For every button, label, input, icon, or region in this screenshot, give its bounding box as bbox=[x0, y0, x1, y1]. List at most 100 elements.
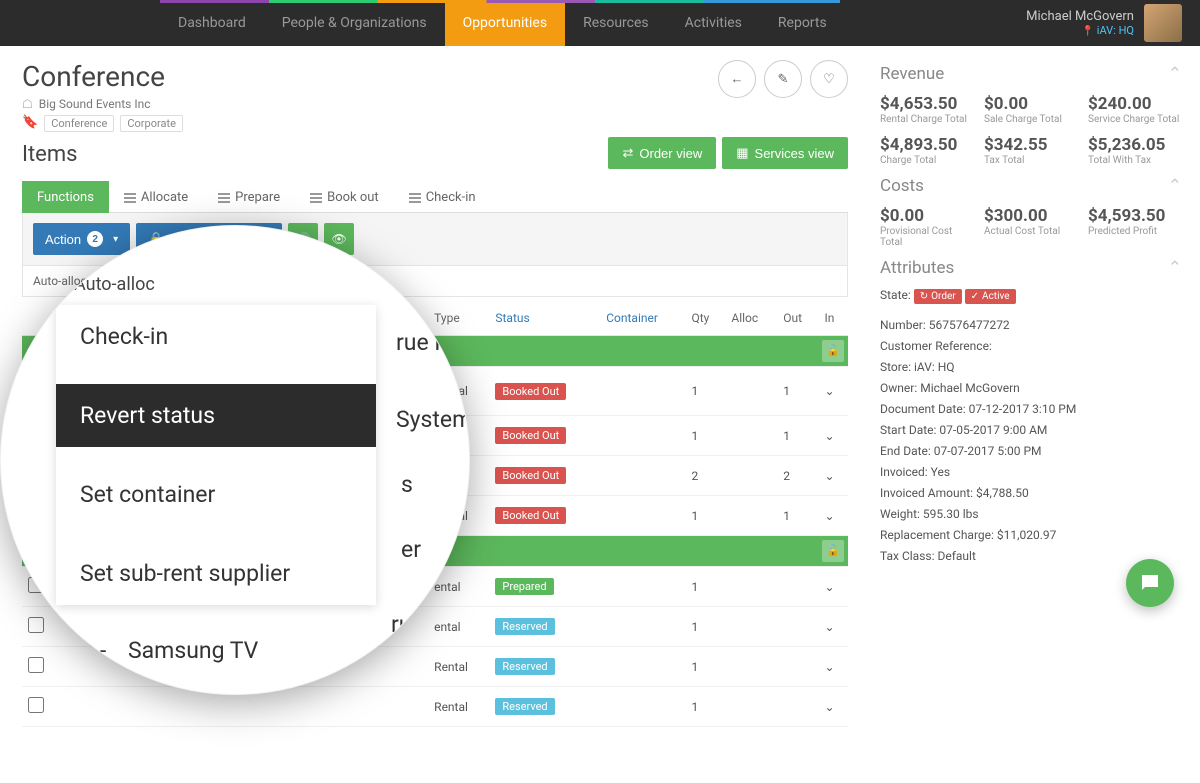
cell-qty: 2 bbox=[685, 456, 725, 496]
attribute-row: End Date: 07-07-2017 5:00 PM bbox=[880, 444, 1182, 458]
expand-row-icon[interactable]: ⌄ bbox=[818, 607, 848, 647]
col-out[interactable]: Out bbox=[777, 301, 818, 336]
favorite-button[interactable]: ♡ bbox=[810, 60, 848, 98]
cell-out: 2 bbox=[777, 456, 818, 496]
stat-block: $4,653.50Rental Charge Total bbox=[880, 94, 974, 125]
col-container[interactable]: Container bbox=[600, 301, 685, 336]
edit-button[interactable]: ✎ bbox=[764, 60, 802, 98]
attribute-row: Weight: 595.30 lbs bbox=[880, 507, 1182, 521]
stat-block: $300.00Actual Cost Total bbox=[984, 206, 1078, 248]
cell-type: Rental bbox=[428, 687, 489, 727]
cell-alloc bbox=[725, 496, 777, 536]
menu-check-in[interactable]: Check-in bbox=[56, 305, 376, 368]
user-location: iAV: HQ bbox=[1026, 24, 1134, 37]
nav-dashboard[interactable]: Dashboard bbox=[160, 0, 264, 46]
org-name[interactable]: Big Sound Events Inc bbox=[39, 97, 151, 111]
back-button[interactable]: ← bbox=[718, 60, 756, 98]
unlock-group-icon[interactable]: 🔓 bbox=[822, 540, 844, 562]
stat-block: $0.00Sale Charge Total bbox=[984, 94, 1078, 125]
expand-row-icon[interactable]: ⌄ bbox=[818, 496, 848, 536]
attribute-row: Tax Class: Default bbox=[880, 549, 1182, 563]
cell-out bbox=[777, 607, 818, 647]
attributes-title: Attributes bbox=[880, 258, 954, 278]
table-row[interactable]: RentalReserved1⌄ bbox=[22, 687, 848, 727]
attribute-row: Invoiced Amount: $4,788.50 bbox=[880, 486, 1182, 500]
cell-out: 1 bbox=[777, 416, 818, 456]
cell-qty: 1 bbox=[685, 607, 725, 647]
page-title: Conference bbox=[22, 60, 183, 93]
tab-functions[interactable]: Functions bbox=[22, 181, 109, 213]
attribute-row: Number: 567576477272 bbox=[880, 318, 1182, 332]
row-checkbox[interactable] bbox=[28, 697, 44, 713]
tag-corporate[interactable]: Corporate bbox=[120, 115, 183, 132]
collapse-costs[interactable]: ⌃ bbox=[1168, 176, 1182, 196]
col-in[interactable]: In bbox=[818, 301, 848, 336]
cell-alloc bbox=[725, 456, 777, 496]
nav-user-block[interactable]: Michael McGovern iAV: HQ bbox=[1026, 0, 1200, 46]
user-name: Michael McGovern bbox=[1026, 9, 1134, 24]
nav-people[interactable]: People & Organizations bbox=[264, 0, 445, 46]
unlock-group-icon[interactable]: 🔓 bbox=[822, 340, 844, 362]
status-badge: Booked Out bbox=[495, 467, 566, 484]
action-count-badge: 2 bbox=[87, 231, 103, 247]
cell-asset bbox=[310, 687, 428, 727]
expand-row-icon[interactable]: ⌄ bbox=[818, 456, 848, 496]
mag-auto-allocate[interactable]: Auto-alloc bbox=[56, 274, 459, 305]
cell-out: 1 bbox=[777, 496, 818, 536]
action-dropdown[interactable]: Action 2 bbox=[33, 223, 130, 255]
tab-checkin[interactable]: Check-in bbox=[394, 181, 491, 213]
row-checkbox[interactable] bbox=[28, 617, 44, 633]
menu-set-subrent[interactable]: Set sub-rent supplier bbox=[56, 542, 376, 605]
mag-checkbox-samsung[interactable] bbox=[56, 640, 78, 662]
expand-row-icon[interactable]: ⌄ bbox=[818, 687, 848, 727]
tag-conference[interactable]: Conference bbox=[44, 115, 114, 132]
order-view-button[interactable]: ⇄Order view bbox=[608, 137, 716, 169]
attr-state: State: ↻ Order ✓ Active bbox=[880, 288, 1182, 304]
chat-fab[interactable] bbox=[1126, 559, 1174, 607]
nav-reports[interactable]: Reports bbox=[760, 0, 845, 46]
cell-qty: 1 bbox=[685, 416, 725, 456]
services-view-button[interactable]: ▦Services view bbox=[722, 137, 848, 169]
expand-row-icon[interactable]: ⌄ bbox=[818, 367, 848, 416]
cell-out: 1 bbox=[777, 367, 818, 416]
status-badge: Booked Out bbox=[495, 383, 566, 400]
col-alloc[interactable]: Alloc bbox=[725, 301, 777, 336]
magnified-overlay: rue H System s er rue HD T -003 Auto-all… bbox=[0, 225, 470, 695]
nav-activities[interactable]: Activities bbox=[667, 0, 760, 46]
cell-out bbox=[777, 647, 818, 687]
cell-out bbox=[777, 567, 818, 607]
state-active-badge[interactable]: ✓ Active bbox=[965, 289, 1016, 304]
shuffle-icon: ⇄ bbox=[622, 145, 633, 161]
cell-qty: 1 bbox=[685, 367, 725, 416]
cell-alloc bbox=[725, 607, 777, 647]
cell-qty: 1 bbox=[685, 647, 725, 687]
menu-revert-status[interactable]: Revert status bbox=[56, 384, 376, 447]
expand-row-icon[interactable]: ⌄ bbox=[818, 416, 848, 456]
cell-alloc bbox=[725, 647, 777, 687]
avatar[interactable] bbox=[1144, 4, 1182, 42]
expand-row-icon[interactable]: ⌄ bbox=[818, 567, 848, 607]
expand-row-icon[interactable]: ⌄ bbox=[818, 647, 848, 687]
tab-bookout[interactable]: Book out bbox=[295, 181, 394, 213]
attribute-row: Document Date: 07-12-2017 3:10 PM bbox=[880, 402, 1182, 416]
org-icon: ☖ bbox=[22, 97, 33, 111]
tab-prepare[interactable]: Prepare bbox=[203, 181, 295, 213]
menu-set-container[interactable]: Set container bbox=[56, 463, 376, 526]
tab-allocate[interactable]: Allocate bbox=[109, 181, 203, 213]
row-checkbox[interactable] bbox=[28, 657, 44, 673]
state-order-badge[interactable]: ↻ Order bbox=[914, 289, 962, 304]
revenue-title: Revenue bbox=[880, 64, 944, 84]
cell-out bbox=[777, 687, 818, 727]
nav-resources[interactable]: Resources bbox=[565, 0, 667, 46]
cell-qty: 1 bbox=[685, 567, 725, 607]
col-qty[interactable]: Qty bbox=[685, 301, 725, 336]
mag-row-samsung[interactable]: Samsung TV bbox=[128, 637, 258, 664]
collapse-revenue[interactable]: ⌃ bbox=[1168, 64, 1182, 84]
cell-alloc bbox=[725, 687, 777, 727]
attribute-row: Customer Reference: bbox=[880, 339, 1182, 353]
collapse-attributes[interactable]: ⌃ bbox=[1168, 258, 1182, 278]
attribute-row: Invoiced: Yes bbox=[880, 465, 1182, 479]
cell-alloc bbox=[725, 567, 777, 607]
nav-opportunities[interactable]: Opportunities bbox=[445, 0, 566, 46]
col-status[interactable]: Status bbox=[489, 301, 600, 336]
